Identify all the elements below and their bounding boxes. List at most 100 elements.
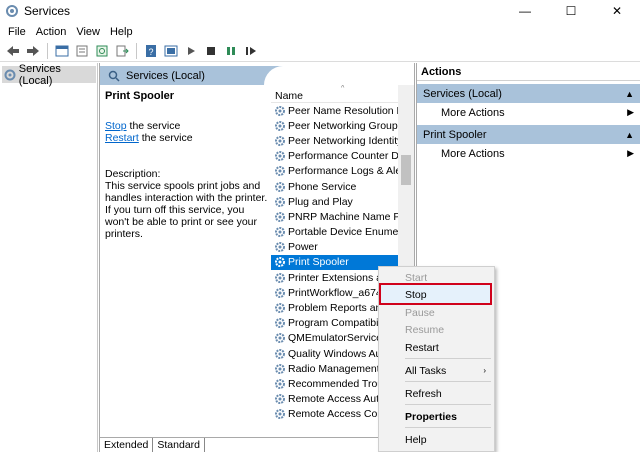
service-name: Peer Networking Identity M <box>288 134 398 147</box>
service-gear-icon <box>275 363 285 374</box>
service-row[interactable]: PNRP Machine Name Publ <box>271 209 398 224</box>
start-service-icon[interactable] <box>181 42 200 60</box>
menu-action[interactable]: Action <box>31 26 72 38</box>
ctx-separator <box>405 427 491 428</box>
collapse-icon[interactable]: ▲ <box>625 89 634 99</box>
ctx-refresh[interactable]: Refresh <box>379 385 494 402</box>
services-pane-title: Services (Local) <box>126 69 205 82</box>
service-gear-icon <box>275 348 285 359</box>
service-name: Phone Service <box>288 180 357 193</box>
tab-extended[interactable]: Extended <box>100 438 154 452</box>
description-label: Description: <box>105 168 161 180</box>
actions-group-services-local[interactable]: Services (Local) ▲ <box>417 84 640 103</box>
menu-view[interactable]: View <box>71 26 105 38</box>
services-pane: Services (Local) Print Spooler Stop the … <box>99 63 415 452</box>
ctx-resume[interactable]: Resume <box>379 321 494 338</box>
service-gear-icon <box>275 211 285 222</box>
scrollbar-thumb[interactable] <box>401 155 411 185</box>
ctx-restart[interactable]: Restart <box>379 339 494 356</box>
service-name: Quality Windows Aud <box>288 347 388 360</box>
service-gear-icon <box>275 120 285 131</box>
service-gear-icon <box>275 378 285 389</box>
minimize-button[interactable]: — <box>502 0 548 22</box>
collapse-icon[interactable]: ▲ <box>625 130 634 140</box>
service-row[interactable]: Phone Service <box>271 179 398 194</box>
ctx-separator <box>405 381 491 382</box>
show-hide-tree-icon[interactable] <box>52 42 71 60</box>
restart-service-link[interactable]: Restart <box>105 132 139 144</box>
console-icon[interactable] <box>161 42 180 60</box>
service-gear-icon <box>275 227 285 238</box>
service-row[interactable]: Power <box>271 240 398 255</box>
tab-standard[interactable]: Standard <box>153 438 205 452</box>
sort-up-icon: ^ <box>341 85 345 92</box>
close-button[interactable]: ✕ <box>594 0 640 22</box>
service-name: Recommended Troub <box>288 377 389 390</box>
ctx-properties[interactable]: Properties <box>379 408 494 425</box>
service-name: Power <box>288 241 318 254</box>
toolbar-separator <box>136 43 137 59</box>
menu-help[interactable]: Help <box>105 26 138 38</box>
services-app-icon <box>5 4 19 18</box>
more-actions-services[interactable]: More Actions ▶ <box>417 103 640 122</box>
stop-service-link[interactable]: Stop <box>105 120 127 132</box>
service-gear-icon <box>275 333 285 344</box>
service-row[interactable]: Performance Counter DLL H <box>271 149 398 164</box>
service-row[interactable]: Performance Logs & Alerts <box>271 164 398 179</box>
ctx-separator <box>405 404 491 405</box>
service-row[interactable]: Peer Networking Grouping <box>271 118 398 133</box>
service-gear-icon <box>275 151 285 162</box>
service-row[interactable]: Peer Name Resolution Prot <box>271 103 398 118</box>
actions-group-print-spooler[interactable]: Print Spooler ▲ <box>417 125 640 144</box>
help-icon[interactable]: ? <box>141 42 160 60</box>
service-gear-icon <box>275 181 285 192</box>
selected-service-name: Print Spooler <box>105 90 175 102</box>
ctx-help[interactable]: Help <box>379 431 494 448</box>
search-icon <box>108 70 120 82</box>
service-name: PrintWorkflow_a674d <box>288 286 388 299</box>
service-name: Plug and Play <box>288 195 353 208</box>
svg-text:?: ? <box>148 47 153 57</box>
service-name: Peer Networking Grouping <box>288 119 398 132</box>
window-title: Services <box>24 4 71 18</box>
view-tabs: Extended Standard <box>100 437 414 452</box>
service-name: Portable Device Enumerato <box>288 226 398 239</box>
ctx-stop[interactable]: Stop <box>379 286 494 303</box>
service-description-panel: Print Spooler Stop the service Restart t… <box>105 90 270 240</box>
back-arrow-icon[interactable] <box>3 42 22 60</box>
ctx-start[interactable]: Start <box>379 269 494 286</box>
service-gear-icon <box>275 242 285 253</box>
service-name: Program Compatibilit <box>288 317 387 330</box>
service-name: Performance Counter DLL H <box>288 150 398 163</box>
export-list-icon[interactable] <box>112 42 131 60</box>
maximize-button[interactable]: ☐ <box>548 0 594 22</box>
services-gear-icon <box>4 69 16 80</box>
service-gear-icon <box>275 105 285 116</box>
service-gear-icon <box>275 287 285 298</box>
service-row[interactable]: Peer Networking Identity M <box>271 133 398 148</box>
refresh-icon[interactable] <box>92 42 111 60</box>
pause-service-icon[interactable] <box>221 42 240 60</box>
service-row[interactable]: Portable Device Enumerato <box>271 225 398 240</box>
service-gear-icon <box>275 135 285 146</box>
context-menu: Start Stop Pause Resume Restart All Task… <box>378 266 495 452</box>
service-gear-icon <box>275 394 285 405</box>
forward-arrow-icon[interactable] <box>23 42 42 60</box>
ctx-all-tasks[interactable]: All Tasks › <box>379 362 494 379</box>
menu-file[interactable]: File <box>3 26 31 38</box>
ctx-pause[interactable]: Pause <box>379 304 494 321</box>
tree-item-services-local[interactable]: Services (Local) <box>2 63 96 87</box>
service-name: Problem Reports and <box>288 302 388 315</box>
service-name: PNRP Machine Name Publ <box>288 210 398 223</box>
stop-service-icon[interactable] <box>201 42 220 60</box>
submenu-arrow-icon: ▶ <box>627 148 634 158</box>
service-name: QMEmulatorService <box>288 332 382 345</box>
properties-sheet-icon[interactable] <box>72 42 91 60</box>
service-gear-icon <box>275 196 285 207</box>
toolbar-separator <box>47 43 48 59</box>
service-row[interactable]: Plug and Play <box>271 194 398 209</box>
restart-service-icon[interactable] <box>241 42 260 60</box>
more-actions-print-spooler[interactable]: More Actions ▶ <box>417 144 640 163</box>
submenu-arrow-icon: ▶ <box>627 107 634 117</box>
column-header-name[interactable]: ^ Name <box>271 85 398 103</box>
